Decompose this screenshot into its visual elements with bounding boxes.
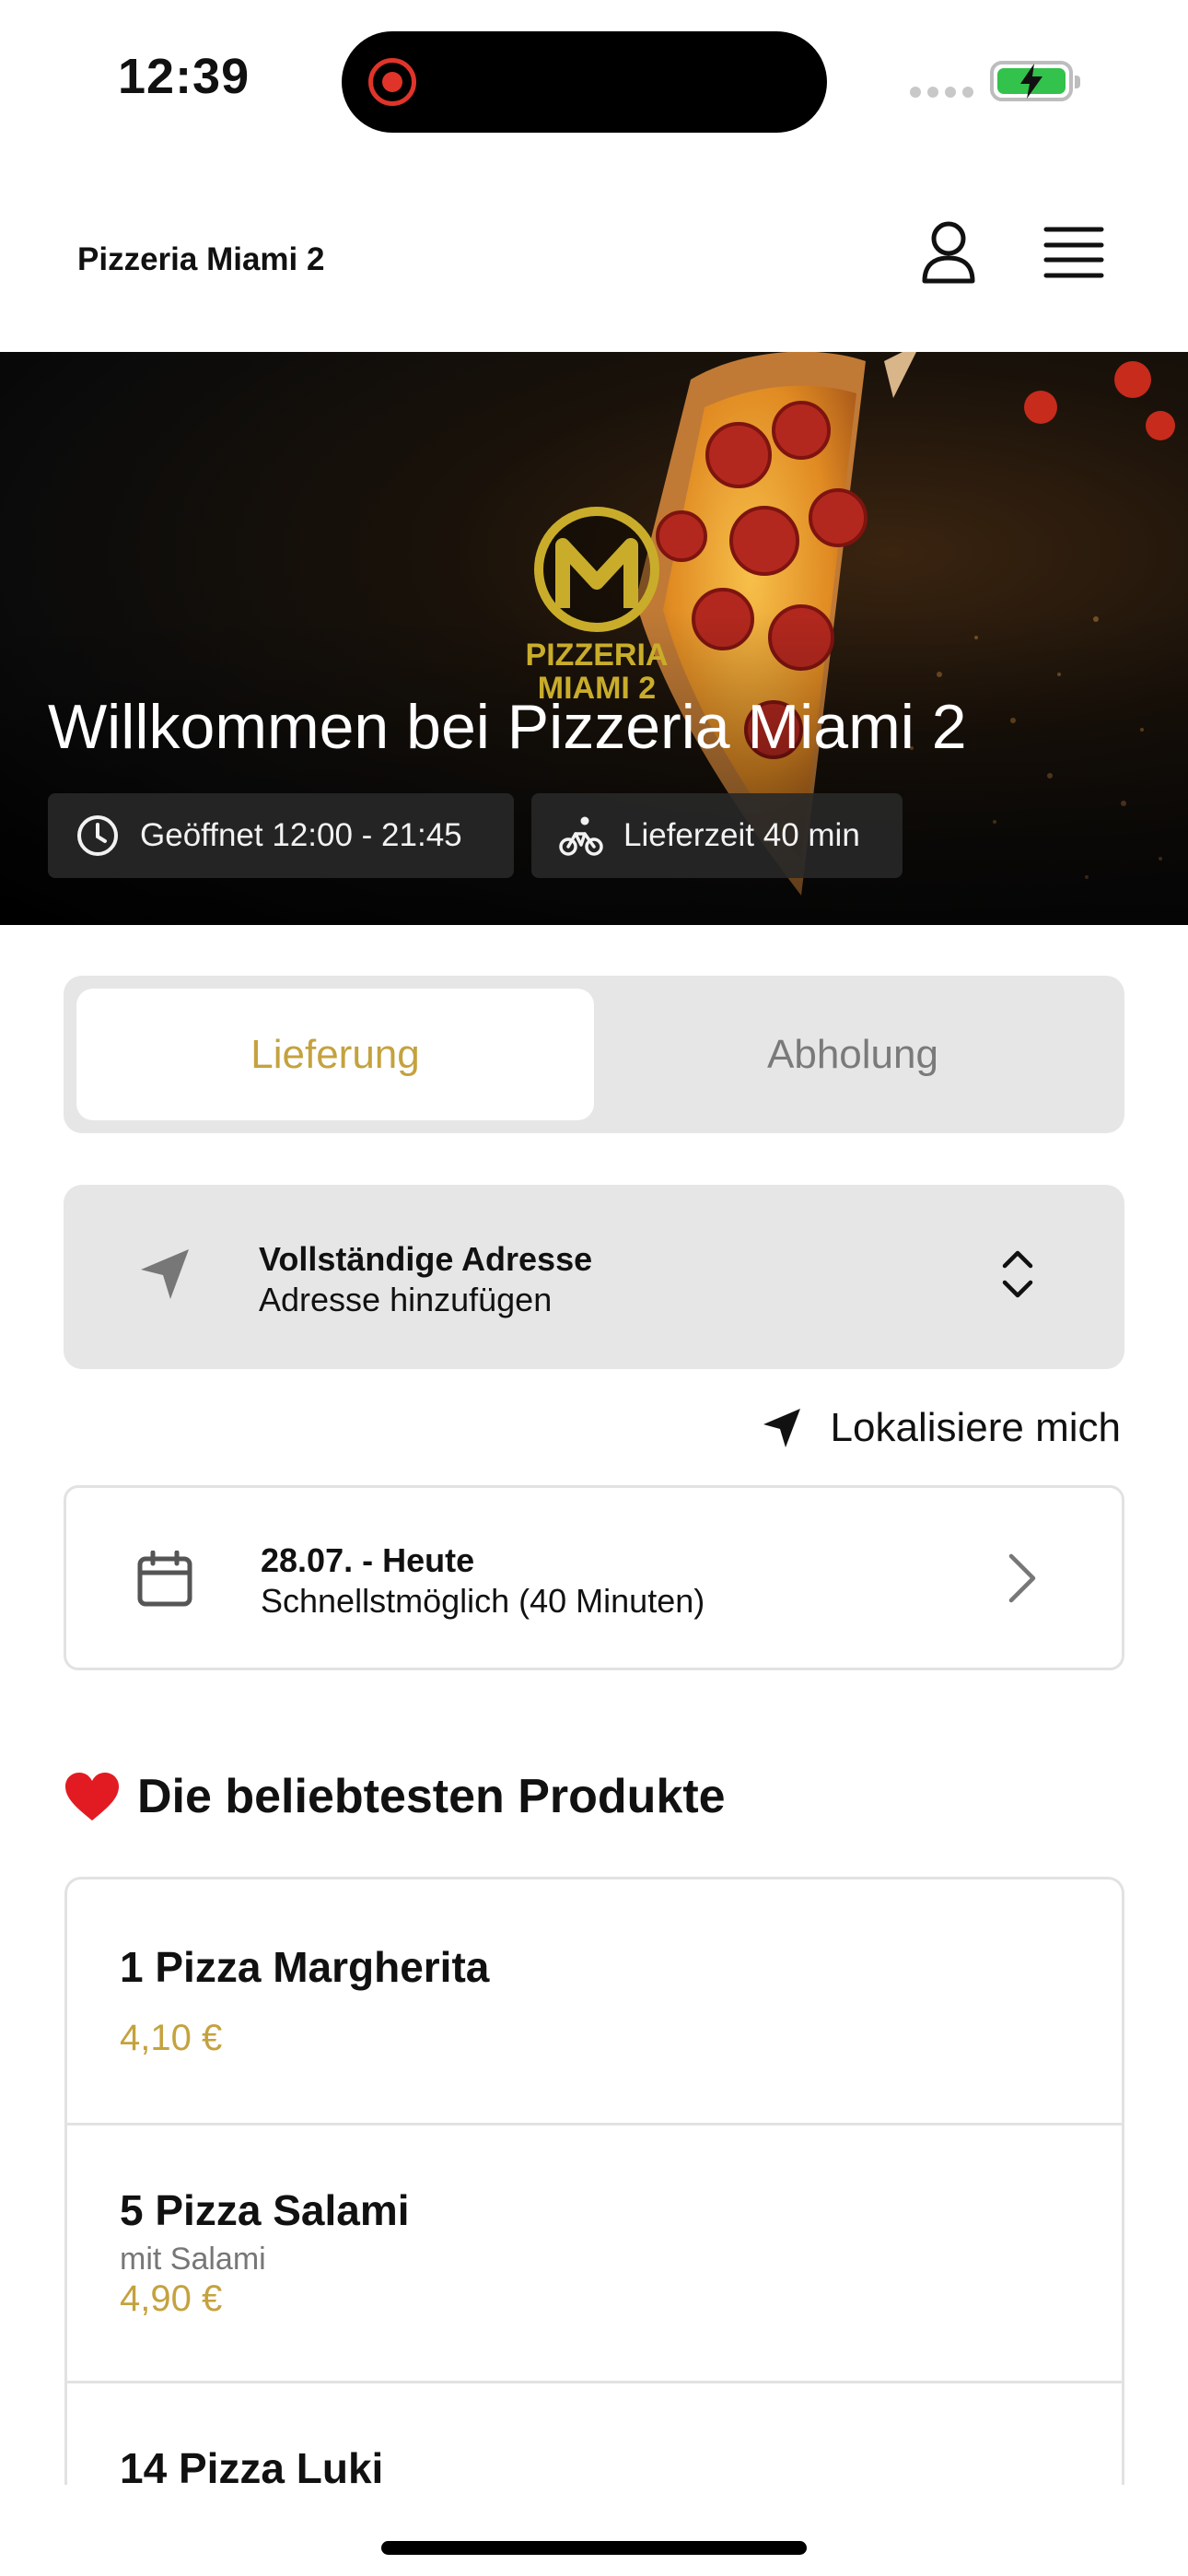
user-icon xyxy=(922,221,975,284)
locate-me-button[interactable]: Lokalisiere mich xyxy=(761,1402,1121,1454)
menu-button[interactable] xyxy=(1037,217,1111,287)
tab-delivery[interactable]: Lieferung xyxy=(76,989,594,1120)
app-header: Pizzeria Miami 2 xyxy=(0,157,1188,352)
product-name: 14 Pizza Luki xyxy=(120,2444,384,2485)
delivery-time-chip: Lieferzeit 40 min xyxy=(531,793,903,878)
product-item[interactable]: 14 Pizza Luki xyxy=(67,2383,1122,2485)
recording-icon xyxy=(368,58,416,106)
cellular-signal-icon xyxy=(910,87,973,98)
product-name: 5 Pizza Salami xyxy=(120,2186,410,2234)
product-name: 1 Pizza Margherita xyxy=(120,1943,490,1991)
restaurant-logo: PIZZERIA MIAMI 2 xyxy=(526,507,669,702)
dynamic-island xyxy=(342,31,827,133)
popular-products-title: Die beliebtesten Produkte xyxy=(137,1770,726,1823)
account-button[interactable] xyxy=(912,214,985,291)
chevron-right-icon xyxy=(1008,1553,1036,1603)
schedule-time: Schnellstmöglich (40 Minuten) xyxy=(261,1582,705,1620)
schedule-date: 28.07. - Heute xyxy=(261,1541,475,1579)
product-price: 4,10 € xyxy=(120,2018,223,2058)
cyclist-icon xyxy=(559,816,603,856)
product-item[interactable]: 1 Pizza Margherita 4,10 € xyxy=(67,1879,1122,2125)
order-mode-toggle: Lieferung Abholung xyxy=(64,976,1124,1133)
battery-icon xyxy=(990,61,1080,101)
heart-icon xyxy=(65,1773,119,1821)
hamburger-menu-icon xyxy=(1043,227,1104,278)
product-description: mit Salami xyxy=(120,2242,266,2277)
popular-products-list: 1 Pizza Margherita 4,10 € 5 Pizza Salami… xyxy=(64,1877,1124,2485)
tab-pickup[interactable]: Abholung xyxy=(594,989,1112,1120)
location-arrow-icon xyxy=(763,1409,800,1447)
address-title: Vollständige Adresse xyxy=(259,1240,593,1278)
delivery-time-text: Lieferzeit 40 min xyxy=(623,817,860,853)
product-price: 4,90 € xyxy=(120,2278,223,2319)
address-selector[interactable]: Vollständige Adresse Adresse hinzufügen xyxy=(64,1185,1124,1369)
status-time: 12:39 xyxy=(118,49,250,104)
restaurant-name[interactable]: Pizzeria Miami 2 xyxy=(77,241,324,278)
logo-text-line-1: PIZZERIA xyxy=(526,638,669,673)
popular-products-heading: Die beliebtesten Produkte xyxy=(64,1769,726,1824)
home-indicator[interactable] xyxy=(381,2541,807,2555)
status-bar: 12:39 xyxy=(0,0,1188,157)
address-placeholder: Adresse hinzufügen xyxy=(259,1281,553,1318)
chevron-up-down-icon xyxy=(1002,1250,1033,1298)
hero-banner: PIZZERIA MIAMI 2 Willkommen bei Pizzeria… xyxy=(0,352,1188,925)
opening-hours-chip: Geöffnet 12:00 - 21:45 xyxy=(48,793,514,878)
locate-me-label: Lokalisiere mich xyxy=(830,1405,1121,1450)
product-item[interactable]: 5 Pizza Salami mit Salami 4,90 € xyxy=(67,2125,1122,2383)
clock-icon xyxy=(77,815,118,856)
opening-hours-text: Geöffnet 12:00 - 21:45 xyxy=(140,817,462,853)
welcome-title: Willkommen bei Pizzeria Miami 2 xyxy=(48,692,967,762)
calendar-icon xyxy=(137,1551,192,1607)
delivery-time-selector[interactable]: 28.07. - Heute Schnellstmöglich (40 Minu… xyxy=(64,1485,1124,1670)
location-arrow-icon xyxy=(141,1249,189,1299)
